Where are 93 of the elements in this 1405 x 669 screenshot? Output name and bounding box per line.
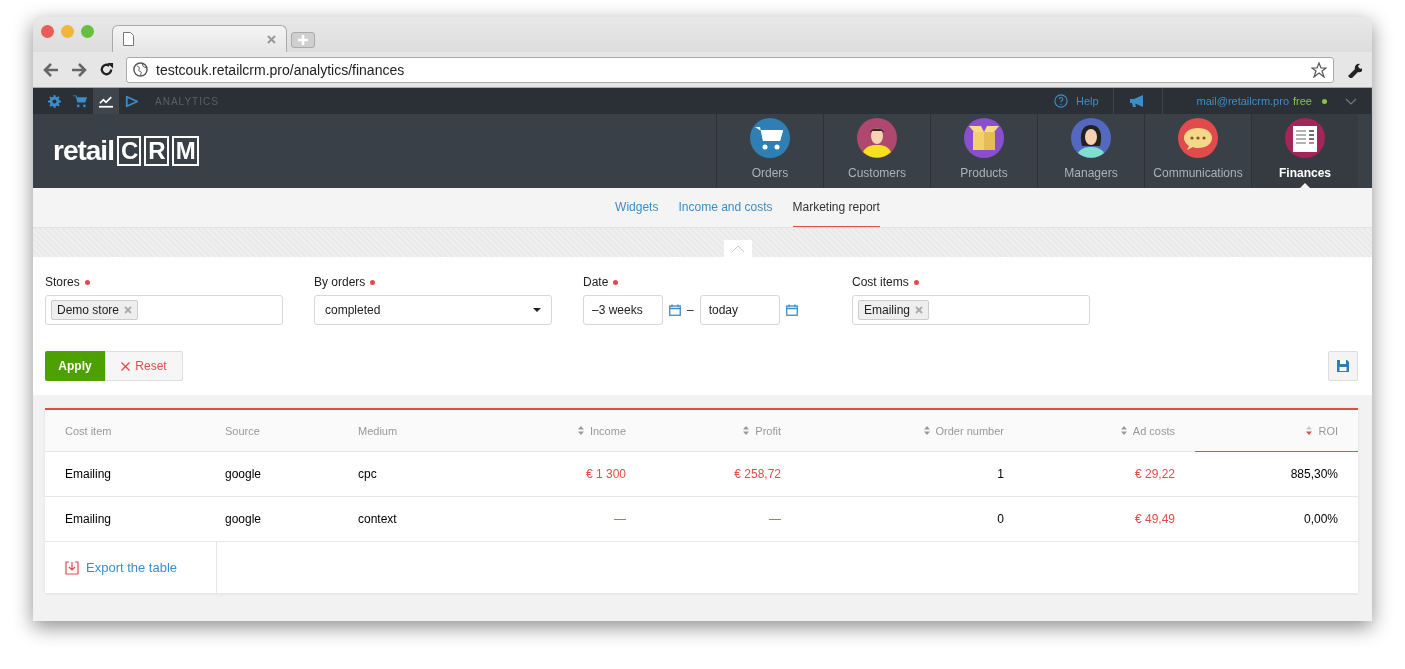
chart-icon[interactable] [99, 94, 113, 108]
table-cell-text: — [613, 511, 627, 528]
sort-icon [1306, 426, 1313, 435]
table-cell-text: google [224, 511, 263, 528]
nav-item[interactable]: Products [930, 114, 1037, 188]
reset-button[interactable]: Reset [105, 351, 183, 381]
close-icon[interactable] [267, 34, 276, 44]
date-to-field[interactable]: today [699, 295, 780, 325]
column-header[interactable]: Order number [801, 410, 1024, 451]
box-icon [964, 118, 1004, 158]
date-from-field[interactable]: –3 weeks [583, 295, 663, 325]
tab[interactable]: Marketing report [792, 188, 880, 227]
nav-item[interactable]: Orders [716, 114, 823, 188]
table-cell-text: 0 [996, 511, 1005, 528]
play-icon[interactable] [125, 94, 139, 108]
remove-icon[interactable] [124, 306, 133, 314]
star-icon[interactable] [1311, 61, 1327, 78]
help-icon [1053, 94, 1068, 108]
tag: Demo store [51, 300, 139, 320]
column-header[interactable]: Ad costs [1024, 410, 1195, 451]
table-cell-text: Emailing [64, 511, 113, 528]
speech-bubble-icon [1178, 118, 1218, 158]
user-email[interactable]: mail@retailcrm.pro [1196, 95, 1290, 107]
export-link[interactable]: Export the table [45, 542, 217, 593]
table-cell-text: context [357, 511, 398, 528]
column-header: Medium [357, 423, 399, 439]
globe-icon [133, 62, 148, 77]
person-icon [857, 118, 897, 158]
calendar-icon[interactable] [785, 304, 798, 316]
sort-icon [1120, 426, 1127, 435]
save-icon [1337, 360, 1349, 372]
status-dot [1322, 98, 1327, 104]
date-separator: – [687, 303, 694, 317]
tab[interactable]: Widgets [615, 188, 659, 227]
tab[interactable]: Income and costs [678, 188, 773, 227]
plus-icon [298, 35, 308, 45]
column-header[interactable]: Income [488, 410, 646, 451]
nav-item[interactable]: Customers [823, 114, 930, 188]
wrench-icon[interactable] [1346, 61, 1362, 78]
column-header: Cost item [64, 423, 113, 439]
table-cell-text: Emailing [64, 466, 113, 483]
field-label: Date [583, 275, 609, 289]
address-bar[interactable]: testcouk.retailcrm.pro/analytics/finances [126, 56, 1334, 83]
apply-button[interactable]: Apply [45, 351, 105, 381]
tag: Emailing [858, 300, 930, 320]
table-cell-text: cpc [357, 466, 378, 483]
stores-field[interactable]: Demo store [45, 295, 283, 325]
logo[interactable]: retail C R M [53, 135, 199, 167]
save-button[interactable] [1328, 351, 1358, 381]
table-cell-text: € 258,72 [733, 466, 782, 483]
document-icon [1285, 118, 1325, 158]
remove-icon[interactable] [915, 306, 924, 314]
forward-icon[interactable] [71, 62, 87, 77]
nav-item[interactable]: Finances [1251, 114, 1358, 188]
chevron-up-icon [730, 244, 745, 253]
sort-icon [923, 426, 930, 435]
browser-tab[interactable] [112, 25, 287, 52]
person-icon [1071, 118, 1111, 158]
zoom-window-button[interactable] [81, 25, 94, 38]
close-window-button[interactable] [41, 25, 54, 38]
field-label: Stores [45, 275, 80, 289]
table-cell-text: 885,30% [1289, 466, 1339, 483]
orders-dropdown[interactable]: completed [314, 295, 552, 325]
close-icon [121, 361, 131, 371]
caret-icon [533, 308, 541, 312]
field-label: Cost items [852, 275, 909, 289]
download-icon [65, 560, 79, 575]
page-icon [123, 32, 134, 46]
back-icon[interactable] [43, 62, 59, 77]
table-cell-text: — [768, 511, 782, 528]
megaphone-icon[interactable] [1129, 95, 1146, 107]
column-header[interactable]: ROI [1195, 410, 1358, 452]
chevron-down-icon[interactable] [1345, 97, 1357, 105]
cart-icon[interactable] [73, 94, 87, 108]
table-cell-text: 0,00% [1302, 511, 1339, 528]
cart-icon [750, 118, 790, 158]
reload-icon[interactable] [99, 62, 114, 77]
table-cell-text: 1 [996, 466, 1005, 483]
sort-icon [743, 426, 750, 435]
table-cell-text: € 29,22 [1133, 466, 1176, 483]
table-cell-text: € 1 300 [584, 466, 627, 483]
new-tab-button[interactable] [291, 32, 315, 48]
plan-label: free [1293, 95, 1312, 107]
cost-items-field[interactable]: Emailing [852, 295, 1090, 325]
table-cell-text: google [224, 466, 263, 483]
sort-icon [577, 426, 584, 435]
field-label: By orders [314, 275, 366, 289]
column-header[interactable]: Profit [646, 410, 801, 451]
settings-icon[interactable] [47, 94, 61, 108]
nav-item[interactable]: Managers [1037, 114, 1144, 188]
column-header: Source [224, 423, 261, 439]
calendar-icon[interactable] [669, 304, 681, 316]
table-cell-text: € 49,49 [1133, 511, 1176, 528]
